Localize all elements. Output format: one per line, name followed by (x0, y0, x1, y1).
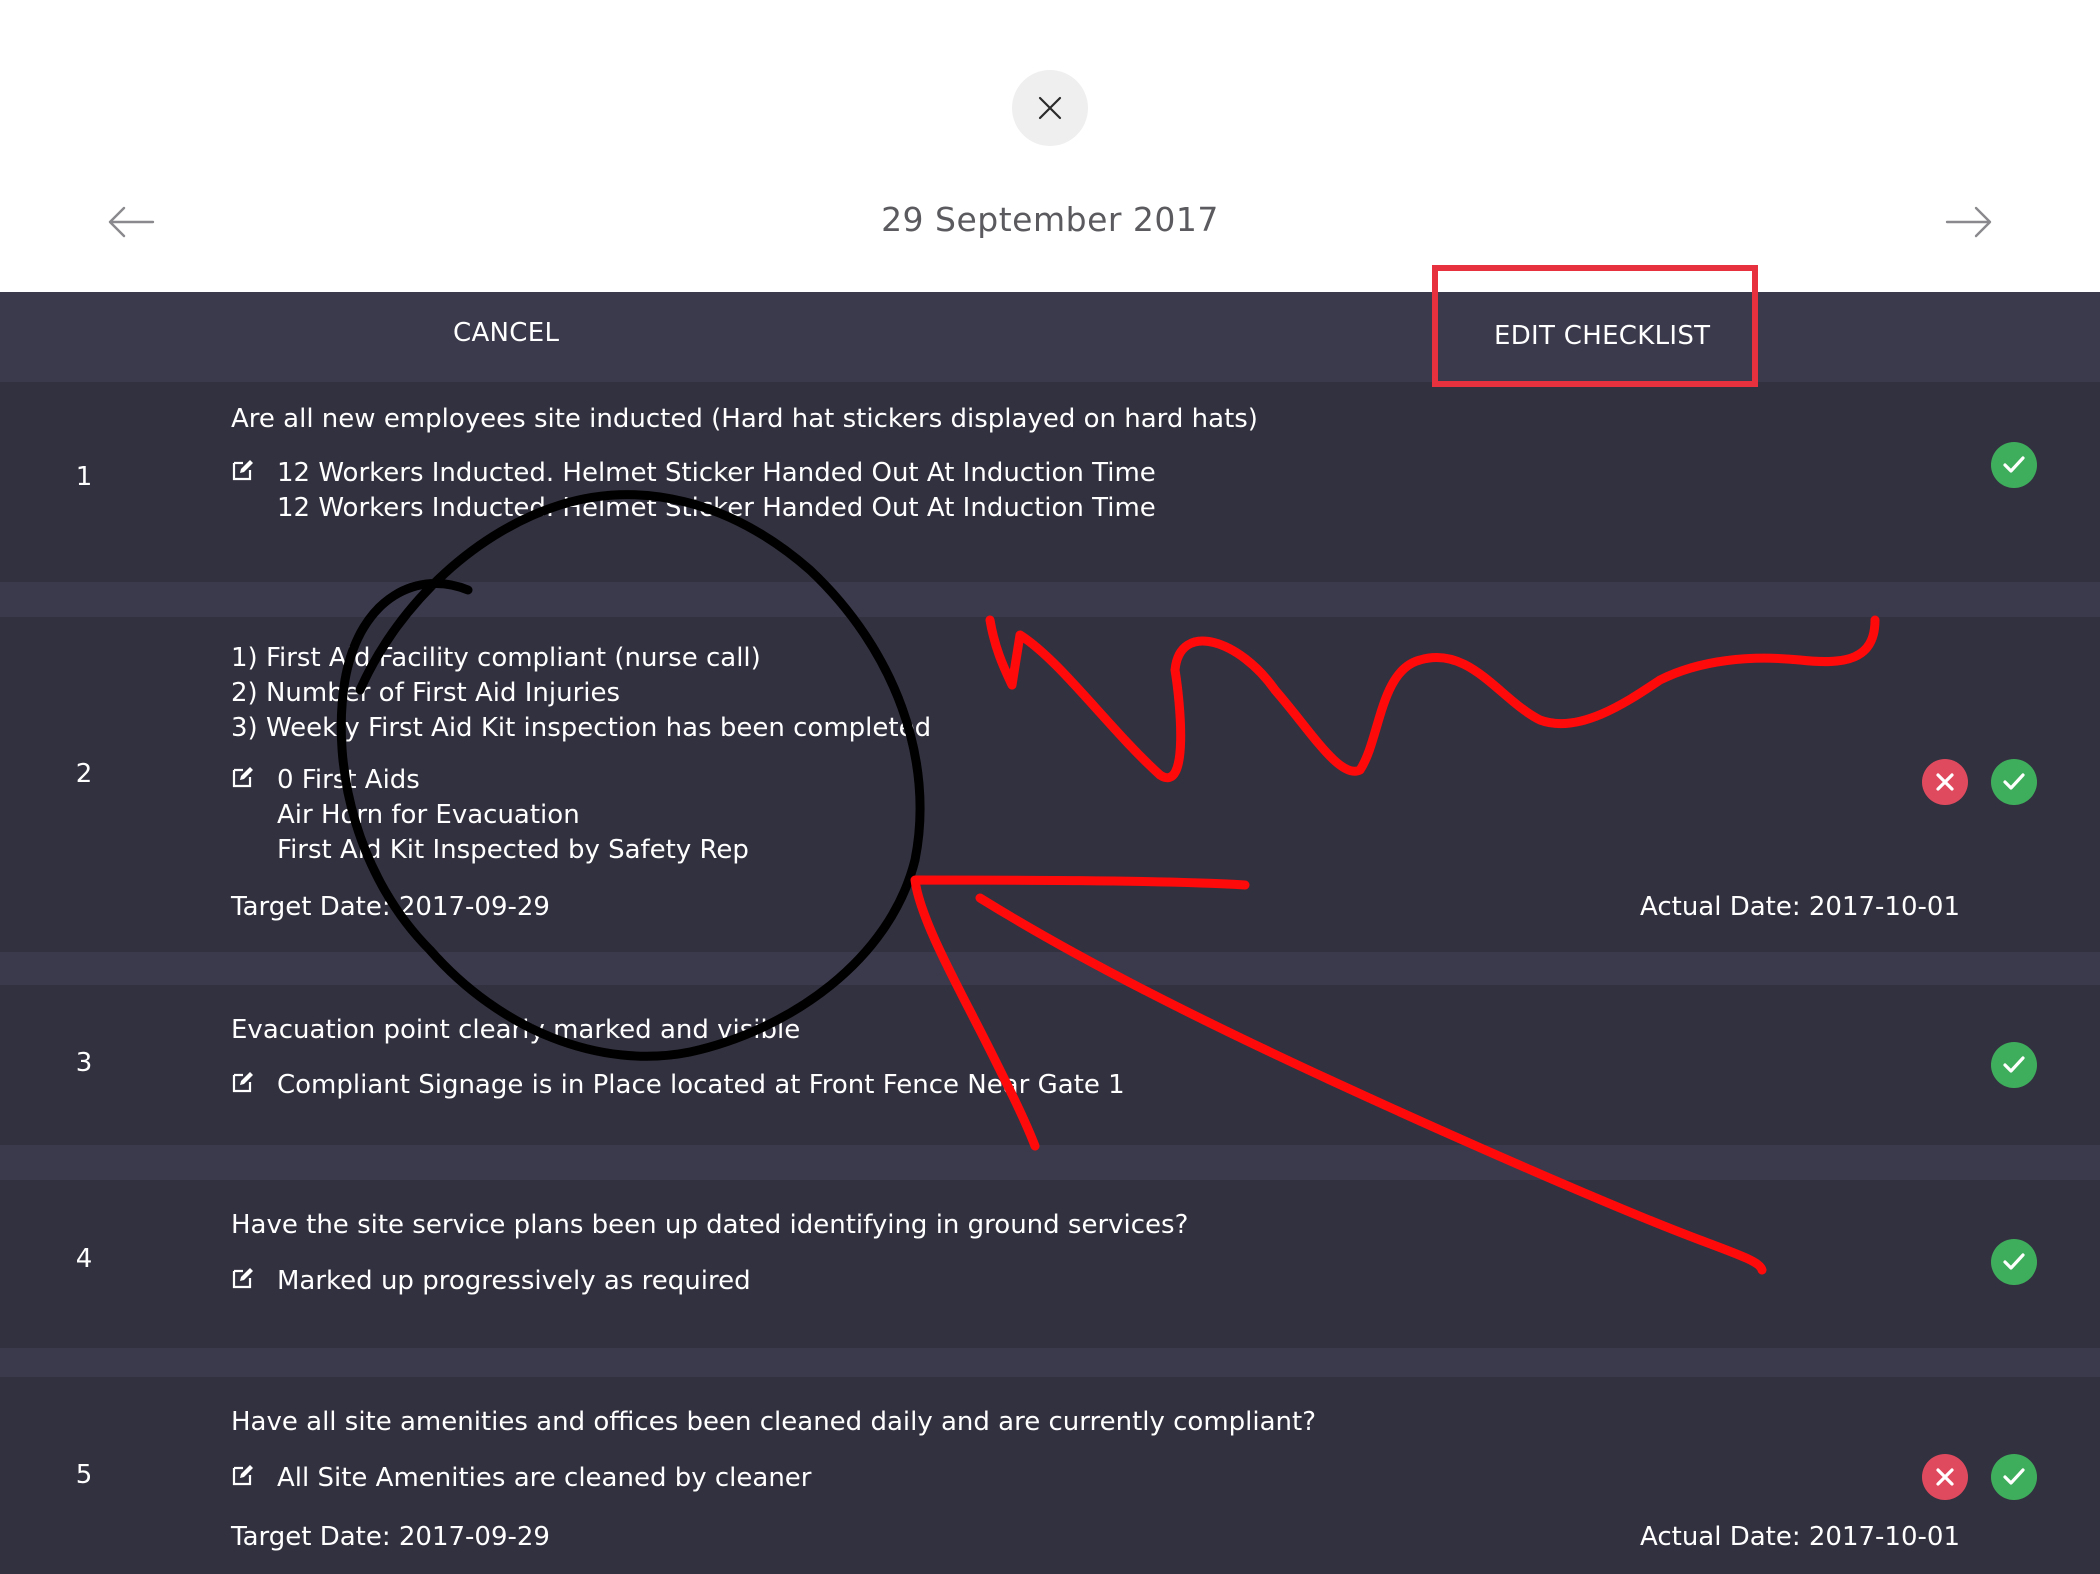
item-number: 1 (75, 462, 93, 492)
note-line: 0 First Aids (277, 765, 420, 795)
question-line: Have the site service plans been up date… (231, 1210, 1189, 1240)
item-number: 4 (75, 1244, 93, 1274)
item-number: 2 (75, 759, 93, 789)
previous-date-button[interactable] (106, 200, 156, 244)
checklist-item-5[interactable]: 5 Have all site amenities and offices be… (0, 1377, 2100, 1574)
note-line: 12 Workers Inducted. Helmet Sticker Hand… (277, 458, 1156, 488)
note-line: All Site Amenities are cleaned by cleane… (277, 1463, 812, 1493)
note-line: Marked up progressively as required (277, 1266, 751, 1296)
edit-note-icon (232, 1268, 253, 1289)
cross-icon (1936, 773, 1954, 791)
item-number: 3 (75, 1048, 93, 1078)
item-question: 1) First Aid Facility compliant (nurse c… (231, 641, 931, 746)
item-question: Have all site amenities and offices been… (231, 1405, 1316, 1440)
note-line: Compliant Signage is in Place located at… (277, 1070, 1125, 1100)
note-line: 12 Workers Inducted. Helmet Sticker Hand… (277, 493, 1156, 523)
close-icon (1038, 96, 1062, 120)
item-question: Have the site service plans been up date… (231, 1208, 1188, 1243)
question-line: Have all site amenities and offices been… (231, 1407, 1317, 1437)
question-line: 2) Number of First Aid Injuries (231, 678, 621, 708)
checkmark-icon (2003, 1468, 2025, 1485)
question-line: Evacuation point clearly marked and visi… (231, 1015, 801, 1045)
next-date-button[interactable] (1944, 200, 1994, 244)
status-noncompliant-button[interactable] (1922, 759, 1968, 805)
close-button[interactable] (1012, 70, 1088, 146)
header-bar: 29 September 2017 (0, 0, 2100, 292)
arrow-right-icon (1945, 206, 1992, 238)
status-noncompliant-button[interactable] (1922, 1454, 1968, 1500)
status-compliant-button[interactable] (1991, 1042, 2037, 1088)
status-compliant-button[interactable] (1991, 1454, 2037, 1500)
cancel-button[interactable]: CANCEL (453, 318, 559, 348)
question-line: 3) Weekly First Aid Kit inspection has b… (231, 713, 932, 743)
checkmark-icon (2003, 1056, 2025, 1073)
item-question: Are all new employees site inducted (Har… (231, 402, 1258, 437)
edit-note-icon (232, 1465, 253, 1486)
checkmark-icon (2003, 1253, 2025, 1270)
arrow-left-icon (108, 206, 155, 238)
checklist-item-4[interactable]: 4 Have the site service plans been up da… (0, 1180, 2100, 1348)
checkmark-icon (2003, 773, 2025, 790)
note-line: Air Horn for Evacuation (277, 800, 580, 830)
checklist-item-2[interactable]: 2 1) First Aid Facility compliant (nurse… (0, 617, 2100, 952)
target-date: Target Date: 2017-09-29 (231, 1522, 550, 1552)
status-compliant-button[interactable] (1991, 1239, 2037, 1285)
note-line: First Aid Kit Inspected by Safety Rep (277, 835, 749, 865)
checkmark-icon (2003, 456, 2025, 473)
item-question: Evacuation point clearly marked and visi… (231, 1013, 800, 1048)
actual-date: Actual Date: 2017-10-01 (1640, 1522, 1960, 1552)
checklist-panel: CANCEL EDIT CHECKLIST 1 Are all new empl… (0, 292, 2100, 1574)
edit-note-icon (232, 767, 253, 788)
edit-note-icon (232, 460, 253, 481)
target-date: Target Date: 2017-09-29 (231, 892, 550, 922)
cross-icon (1936, 1468, 1954, 1486)
question-line: 1) First Aid Facility compliant (nurse c… (231, 643, 761, 673)
page-title-date: 29 September 2017 (881, 200, 1219, 239)
question-line: Are all new employees site inducted (Har… (231, 404, 1258, 434)
checklist-item-1[interactable]: 1 Are all new employees site inducted (H… (0, 382, 2100, 582)
checklist-item-3[interactable]: 3 Evacuation point clearly marked and vi… (0, 985, 2100, 1145)
edit-checklist-highlight-box (1432, 265, 1758, 387)
edit-note-icon (232, 1072, 253, 1093)
actual-date: Actual Date: 2017-10-01 (1640, 892, 1960, 922)
status-compliant-button[interactable] (1991, 442, 2037, 488)
item-number: 5 (75, 1460, 93, 1490)
status-compliant-button[interactable] (1991, 759, 2037, 805)
